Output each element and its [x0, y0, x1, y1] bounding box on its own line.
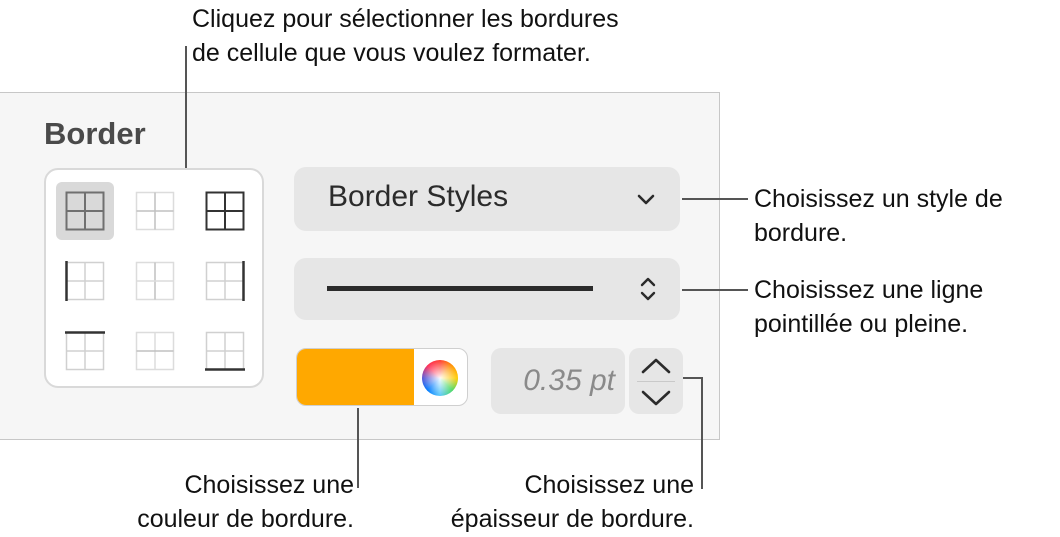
callout-line: Choisissez une	[184, 471, 354, 499]
solid-line-sample	[327, 286, 593, 291]
top-border-button[interactable]	[56, 322, 114, 380]
callout-choose-color: Choisissez une couleur de bordure.	[98, 468, 354, 536]
callout-line: Choisissez une ligne	[754, 276, 984, 304]
leader-line	[185, 46, 187, 170]
callout-choose-thickness: Choisissez une épaisseur de bordure.	[410, 468, 694, 536]
callout-line: Cliquez pour sélectionner les bordures	[192, 5, 619, 33]
chevron-down-icon[interactable]	[639, 384, 673, 410]
callout-line: de cellule que vous voulez formater.	[192, 39, 591, 67]
callout-choose-line: Choisissez une ligne pointillée ou plein…	[754, 273, 983, 341]
bottom-border-icon	[205, 331, 245, 371]
callout-line: couleur de bordure.	[137, 505, 354, 533]
top-border-icon	[65, 331, 105, 371]
border-selector	[44, 168, 264, 388]
section-title: Border	[44, 116, 146, 151]
inside-vertical-border-button[interactable]	[126, 252, 184, 310]
callout-line: épaisseur de bordure.	[450, 505, 694, 533]
stepper-divider	[637, 381, 675, 382]
leader-line	[701, 377, 703, 489]
border-color-well[interactable]	[296, 348, 468, 406]
outside-borders-icon	[205, 191, 245, 231]
chevron-down-icon	[637, 194, 655, 205]
bottom-border-button[interactable]	[196, 322, 254, 380]
inside-borders-icon	[135, 191, 175, 231]
chevron-up-icon[interactable]	[639, 354, 673, 380]
callout-line: Choisissez un style de	[754, 185, 1003, 213]
leader-line	[357, 408, 359, 488]
leader-line	[682, 289, 748, 291]
line-style-popup[interactable]	[294, 258, 680, 320]
left-border-button[interactable]	[56, 252, 114, 310]
callout-select-borders: Cliquez pour sélectionner les bordures d…	[192, 2, 619, 70]
right-border-icon	[205, 261, 245, 301]
callout-choose-style: Choisissez un style de bordure.	[754, 182, 1003, 250]
up-down-chevron-icon	[640, 277, 656, 301]
callout-line: bordure.	[754, 219, 848, 247]
outside-borders-button[interactable]	[196, 182, 254, 240]
all-borders-button[interactable]	[56, 182, 114, 240]
leader-line	[682, 198, 748, 200]
border-thickness-field[interactable]: 0.35 pt	[491, 348, 625, 414]
right-border-button[interactable]	[196, 252, 254, 310]
thickness-value: 0.35 pt	[523, 364, 615, 397]
callout-line: pointillée ou pleine.	[754, 310, 969, 338]
all-borders-icon	[65, 191, 105, 231]
thickness-stepper[interactable]	[629, 348, 683, 414]
left-border-icon	[65, 261, 105, 301]
border-styles-popup[interactable]: Border Styles	[294, 167, 680, 231]
inside-horizontal-border-icon	[135, 331, 175, 371]
color-swatch[interactable]	[297, 349, 414, 405]
border-styles-label: Border Styles	[328, 180, 509, 213]
inside-vertical-border-icon	[135, 261, 175, 301]
color-wheel-icon[interactable]	[422, 360, 458, 396]
leader-line	[683, 377, 703, 379]
callout-line: Choisissez une	[524, 471, 694, 499]
inside-horizontal-border-button[interactable]	[126, 322, 184, 380]
inside-borders-button[interactable]	[126, 182, 184, 240]
